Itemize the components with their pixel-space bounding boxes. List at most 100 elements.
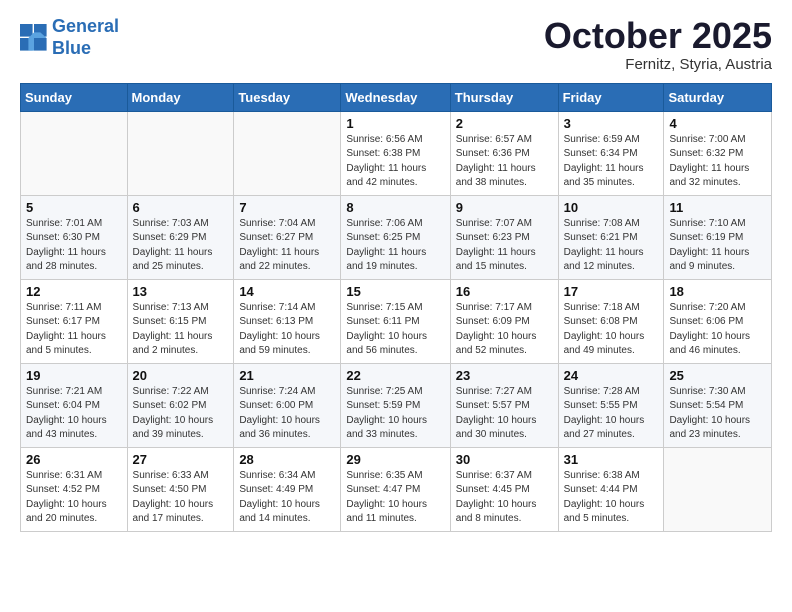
day-number: 12	[26, 284, 122, 299]
calendar-cell	[664, 447, 772, 531]
day-number: 20	[133, 368, 229, 383]
weekday-header: Monday	[127, 83, 234, 111]
calendar-cell: 28 Sunrise: 6:34 AM Sunset: 4:49 PM Dayli…	[234, 447, 341, 531]
day-info: Sunrise: 6:38 AM Sunset: 4:44 PM Dayligh…	[564, 469, 659, 527]
calendar-cell: 24 Sunrise: 7:28 AM Sunset: 5:55 PM Dayli…	[558, 363, 664, 447]
header: General Blue October 2025 Fernitz, Styri…	[20, 16, 772, 73]
day-number: 3	[564, 116, 659, 131]
calendar-cell: 11Sunrise: 7:10 AM Sunset: 6:19 PM Dayli…	[664, 195, 772, 279]
day-number: 10	[564, 200, 659, 215]
day-info: Sunrise: 7:03 AM Sunset: 6:29 PM Dayligh…	[133, 217, 229, 275]
calendar-cell: 5 Sunrise: 7:01 AM Sunset: 6:30 PM Daylig…	[21, 195, 128, 279]
day-info: Sunrise: 7:30 AM Sunset: 5:54 PM Dayligh…	[669, 385, 766, 443]
weekday-header: Tuesday	[234, 83, 341, 111]
day-info: Sunrise: 7:17 AM Sunset: 6:09 PM Dayligh…	[456, 301, 553, 359]
day-info: Sunrise: 7:01 AM Sunset: 6:30 PM Dayligh…	[26, 217, 122, 275]
day-number: 7	[239, 200, 335, 215]
day-number: 21	[239, 368, 335, 383]
calendar-cell: 8 Sunrise: 7:06 AM Sunset: 6:25 PM Daylig…	[341, 195, 450, 279]
day-info: Sunrise: 7:18 AM Sunset: 6:08 PM Dayligh…	[564, 301, 659, 359]
day-info: Sunrise: 7:04 AM Sunset: 6:27 PM Dayligh…	[239, 217, 335, 275]
day-number: 11	[669, 200, 766, 215]
calendar-table: SundayMondayTuesdayWednesdayThursdayFrid…	[20, 83, 772, 532]
day-info: Sunrise: 6:57 AM Sunset: 6:36 PM Dayligh…	[456, 133, 553, 191]
day-number: 17	[564, 284, 659, 299]
day-info: Sunrise: 7:00 AM Sunset: 6:32 PM Dayligh…	[669, 133, 766, 191]
day-info: Sunrise: 6:33 AM Sunset: 4:50 PM Dayligh…	[133, 469, 229, 527]
day-number: 24	[564, 368, 659, 383]
calendar-cell: 22 Sunrise: 7:25 AM Sunset: 5:59 PM Dayli…	[341, 363, 450, 447]
calendar-cell: 31 Sunrise: 6:38 AM Sunset: 4:44 PM Dayli…	[558, 447, 664, 531]
calendar-cell: 25 Sunrise: 7:30 AM Sunset: 5:54 PM Dayli…	[664, 363, 772, 447]
day-number: 30	[456, 452, 553, 467]
day-number: 22	[346, 368, 444, 383]
page: General Blue October 2025 Fernitz, Styri…	[0, 0, 792, 548]
day-info: Sunrise: 6:56 AM Sunset: 6:38 PM Dayligh…	[346, 133, 444, 191]
day-number: 23	[456, 368, 553, 383]
calendar-cell: 14 Sunrise: 7:14 AM Sunset: 6:13 PM Dayli…	[234, 279, 341, 363]
day-number: 25	[669, 368, 766, 383]
subtitle: Fernitz, Styria, Austria	[544, 56, 772, 73]
day-number: 1	[346, 116, 444, 131]
day-info: Sunrise: 7:25 AM Sunset: 5:59 PM Dayligh…	[346, 385, 444, 443]
day-number: 6	[133, 200, 229, 215]
day-info: Sunrise: 7:14 AM Sunset: 6:13 PM Dayligh…	[239, 301, 335, 359]
day-info: Sunrise: 7:11 AM Sunset: 6:17 PM Dayligh…	[26, 301, 122, 359]
day-number: 27	[133, 452, 229, 467]
day-info: Sunrise: 6:37 AM Sunset: 4:45 PM Dayligh…	[456, 469, 553, 527]
calendar-cell: 17 Sunrise: 7:18 AM Sunset: 6:08 PM Dayli…	[558, 279, 664, 363]
calendar-cell: 20 Sunrise: 7:22 AM Sunset: 6:02 PM Dayli…	[127, 363, 234, 447]
calendar-cell: 19 Sunrise: 7:21 AM Sunset: 6:04 PM Dayli…	[21, 363, 128, 447]
calendar-cell: 27 Sunrise: 6:33 AM Sunset: 4:50 PM Dayli…	[127, 447, 234, 531]
calendar-cell: 16 Sunrise: 7:17 AM Sunset: 6:09 PM Dayli…	[450, 279, 558, 363]
title-block: October 2025 Fernitz, Styria, Austria	[544, 16, 772, 73]
calendar-cell: 3 Sunrise: 6:59 AM Sunset: 6:34 PM Daylig…	[558, 111, 664, 195]
day-info: Sunrise: 7:06 AM Sunset: 6:25 PM Dayligh…	[346, 217, 444, 275]
weekday-header: Thursday	[450, 83, 558, 111]
calendar-cell: 7 Sunrise: 7:04 AM Sunset: 6:27 PM Daylig…	[234, 195, 341, 279]
day-number: 8	[346, 200, 444, 215]
day-number: 15	[346, 284, 444, 299]
calendar-week-row: 19 Sunrise: 7:21 AM Sunset: 6:04 PM Dayli…	[21, 363, 772, 447]
calendar-cell: 2 Sunrise: 6:57 AM Sunset: 6:36 PM Daylig…	[450, 111, 558, 195]
calendar-week-row: 26Sunrise: 6:31 AM Sunset: 4:52 PM Dayli…	[21, 447, 772, 531]
day-number: 4	[669, 116, 766, 131]
logo-line1: General	[52, 16, 119, 36]
calendar-cell: 4 Sunrise: 7:00 AM Sunset: 6:32 PM Daylig…	[664, 111, 772, 195]
day-number: 16	[456, 284, 553, 299]
calendar-cell	[21, 111, 128, 195]
month-title: October 2025	[544, 16, 772, 56]
calendar-cell: 29Sunrise: 6:35 AM Sunset: 4:47 PM Dayli…	[341, 447, 450, 531]
day-number: 29	[346, 452, 444, 467]
calendar-cell: 21 Sunrise: 7:24 AM Sunset: 6:00 PM Dayli…	[234, 363, 341, 447]
day-number: 2	[456, 116, 553, 131]
calendar-week-row: 12 Sunrise: 7:11 AM Sunset: 6:17 PM Dayli…	[21, 279, 772, 363]
day-info: Sunrise: 7:27 AM Sunset: 5:57 PM Dayligh…	[456, 385, 553, 443]
day-number: 5	[26, 200, 122, 215]
day-number: 14	[239, 284, 335, 299]
weekday-header: Saturday	[664, 83, 772, 111]
day-number: 28	[239, 452, 335, 467]
calendar-week-row: 5 Sunrise: 7:01 AM Sunset: 6:30 PM Daylig…	[21, 195, 772, 279]
day-info: Sunrise: 7:24 AM Sunset: 6:00 PM Dayligh…	[239, 385, 335, 443]
day-number: 31	[564, 452, 659, 467]
calendar-header-row: SundayMondayTuesdayWednesdayThursdayFrid…	[21, 83, 772, 111]
day-number: 19	[26, 368, 122, 383]
calendar-cell: 9Sunrise: 7:07 AM Sunset: 6:23 PM Daylig…	[450, 195, 558, 279]
day-info: Sunrise: 6:34 AM Sunset: 4:49 PM Dayligh…	[239, 469, 335, 527]
day-info: Sunrise: 7:28 AM Sunset: 5:55 PM Dayligh…	[564, 385, 659, 443]
logo-line2: Blue	[52, 38, 91, 58]
calendar-cell: 10 Sunrise: 7:08 AM Sunset: 6:21 PM Dayli…	[558, 195, 664, 279]
day-info: Sunrise: 7:22 AM Sunset: 6:02 PM Dayligh…	[133, 385, 229, 443]
day-info: Sunrise: 6:31 AM Sunset: 4:52 PM Dayligh…	[26, 469, 122, 527]
calendar-cell: 26Sunrise: 6:31 AM Sunset: 4:52 PM Dayli…	[21, 447, 128, 531]
weekday-header: Friday	[558, 83, 664, 111]
calendar-cell: 6 Sunrise: 7:03 AM Sunset: 6:29 PM Daylig…	[127, 195, 234, 279]
day-info: Sunrise: 6:59 AM Sunset: 6:34 PM Dayligh…	[564, 133, 659, 191]
calendar-cell: 1 Sunrise: 6:56 AM Sunset: 6:38 PM Daylig…	[341, 111, 450, 195]
calendar-cell: 13Sunrise: 7:13 AM Sunset: 6:15 PM Dayli…	[127, 279, 234, 363]
calendar-cell	[127, 111, 234, 195]
calendar-week-row: 1 Sunrise: 6:56 AM Sunset: 6:38 PM Daylig…	[21, 111, 772, 195]
day-info: Sunrise: 7:21 AM Sunset: 6:04 PM Dayligh…	[26, 385, 122, 443]
day-info: Sunrise: 7:08 AM Sunset: 6:21 PM Dayligh…	[564, 217, 659, 275]
